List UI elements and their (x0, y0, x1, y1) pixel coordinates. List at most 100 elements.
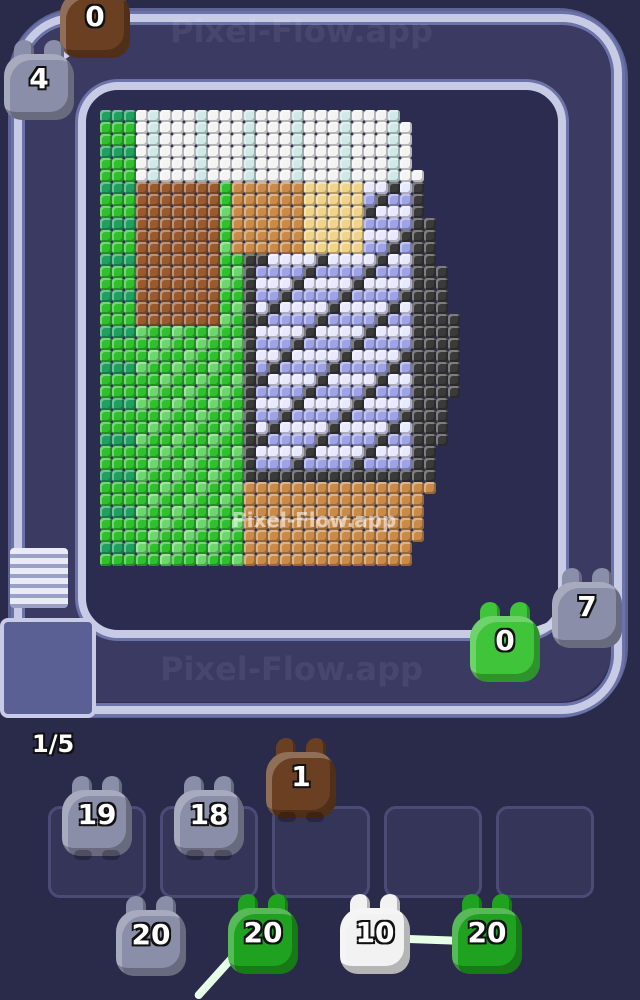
mosaic-tile (136, 122, 148, 134)
mosaic-tile (376, 482, 388, 494)
mosaic-tile (340, 362, 352, 374)
mosaic-tile (292, 362, 304, 374)
holder-slot-5[interactable] (496, 806, 594, 898)
mosaic-tile (196, 470, 208, 482)
mosaic-tile (256, 110, 268, 122)
mosaic-tile (328, 542, 340, 554)
mosaic-tile (424, 410, 436, 422)
critter-track-gray[interactable]: 4 (0, 40, 78, 126)
mosaic-tile (280, 470, 292, 482)
mosaic-tile (424, 374, 436, 386)
critter-track-gray-right[interactable]: 7 (548, 568, 626, 654)
mosaic-tile (316, 386, 328, 398)
mosaic-tile (148, 218, 160, 230)
mosaic-tile (436, 362, 448, 374)
mosaic-tile (148, 422, 160, 434)
mosaic-tile (208, 362, 220, 374)
mosaic-tile (292, 434, 304, 446)
mosaic-tile (172, 206, 184, 218)
mosaic-tile (196, 422, 208, 434)
mosaic-tile (256, 410, 268, 422)
mosaic-tile (244, 158, 256, 170)
mosaic-tile (400, 122, 412, 134)
mosaic-tile (400, 362, 412, 374)
mosaic-tile (388, 206, 400, 218)
critter-queue-6[interactable]: 10 (336, 894, 414, 980)
mosaic-tile (148, 494, 160, 506)
mosaic-tile (292, 314, 304, 326)
mosaic-tile (364, 266, 376, 278)
mosaic-tile (220, 146, 232, 158)
mosaic-tile (424, 422, 436, 434)
critter-queue-5[interactable]: 20 (224, 894, 302, 980)
mosaic-tile (388, 458, 400, 470)
critter-queue-7[interactable]: 20 (448, 894, 526, 980)
mosaic-tile (136, 134, 148, 146)
mosaic-tile (196, 446, 208, 458)
mosaic-tile (340, 314, 352, 326)
mosaic-tile (328, 554, 340, 566)
mosaic-tile (160, 338, 172, 350)
mosaic-tile (136, 158, 148, 170)
mosaic-tile (364, 302, 376, 314)
mosaic-tile (208, 146, 220, 158)
mosaic-tile (220, 338, 232, 350)
mosaic-tile (388, 146, 400, 158)
mosaic-tile (364, 410, 376, 422)
mosaic-tile (400, 530, 412, 542)
mosaic-tile (316, 362, 328, 374)
mosaic-tile (196, 494, 208, 506)
mosaic-tile (244, 446, 256, 458)
mosaic-tile (196, 230, 208, 242)
mosaic-tile (196, 434, 208, 446)
mosaic-tile (340, 470, 352, 482)
critter-queue-2[interactable]: 18 (170, 776, 248, 862)
mosaic-tile (124, 350, 136, 362)
mosaic-tile (124, 362, 136, 374)
mosaic-tile (172, 338, 184, 350)
mosaic-tile (220, 242, 232, 254)
mosaic-tile (388, 158, 400, 170)
mosaic-tile (328, 326, 340, 338)
mosaic-tile (316, 542, 328, 554)
mosaic-tile (220, 194, 232, 206)
holder-slot-4[interactable] (384, 806, 482, 898)
mosaic-tile (100, 542, 112, 554)
mosaic-tile (256, 326, 268, 338)
mosaic-tile (352, 254, 364, 266)
mosaic-tile (160, 146, 172, 158)
mosaic-tile (292, 146, 304, 158)
critter-queue-3[interactable]: 1 (262, 738, 340, 824)
mosaic-tile (148, 266, 160, 278)
mosaic-tile (352, 554, 364, 566)
mosaic-tile (232, 134, 244, 146)
mosaic-tile (400, 374, 412, 386)
mosaic-tile (316, 110, 328, 122)
mosaic-tile (136, 386, 148, 398)
mosaic-tile (124, 194, 136, 206)
critter-queue-1[interactable]: 19 (58, 776, 136, 862)
mosaic-tile (124, 134, 136, 146)
mosaic-tile (400, 386, 412, 398)
mosaic-tile (352, 458, 364, 470)
mosaic-tile (304, 554, 316, 566)
mosaic-tile (148, 254, 160, 266)
mosaic-tile (364, 206, 376, 218)
mosaic-tile (172, 194, 184, 206)
mosaic-tile (184, 470, 196, 482)
mosaic-tile (196, 266, 208, 278)
mosaic-tile (148, 458, 160, 470)
mosaic-tile (316, 146, 328, 158)
mosaic-tile (328, 482, 340, 494)
mosaic-tile (136, 434, 148, 446)
critter-queue-4[interactable]: 20 (112, 896, 190, 982)
critter-track-green[interactable]: 0 (466, 602, 544, 688)
mosaic-tile (172, 446, 184, 458)
mosaic-tile (328, 158, 340, 170)
mosaic-tile (172, 290, 184, 302)
mosaic-tile (124, 206, 136, 218)
mosaic-tile (172, 182, 184, 194)
mosaic-tile (184, 266, 196, 278)
mosaic-tile (304, 422, 316, 434)
mosaic-tile (172, 506, 184, 518)
